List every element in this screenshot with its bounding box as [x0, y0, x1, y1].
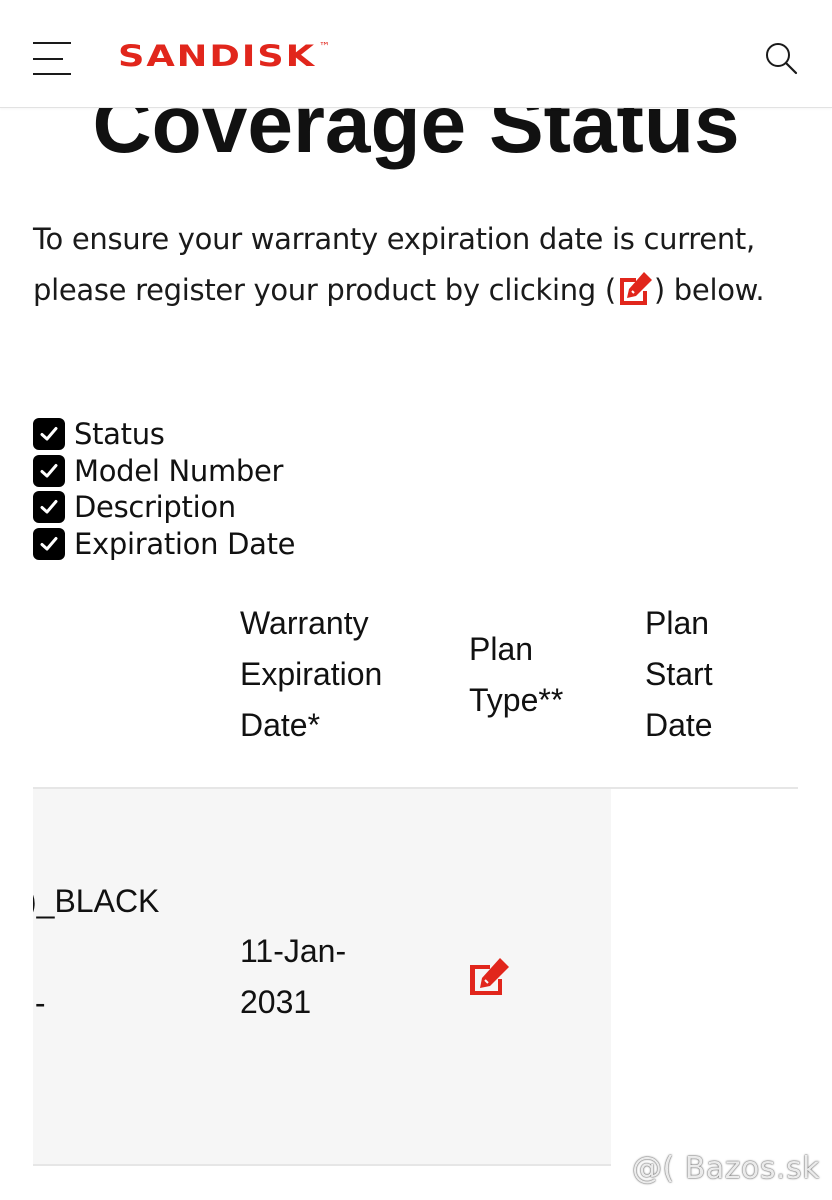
header-text: Date* [240, 707, 321, 743]
menu-line-top [33, 42, 71, 44]
register-product-edit-icon[interactable] [467, 956, 511, 996]
checkbox-checked-icon[interactable] [33, 528, 65, 561]
expiry-date-text: 2031 [240, 984, 312, 1020]
checklist-label: Expiration Date [74, 527, 296, 562]
header-text: Expiration [240, 656, 383, 692]
site-header: SANDISK ™ [0, 0, 832, 108]
menu-line-bottom [33, 73, 71, 75]
checkbox-checked-icon[interactable] [33, 491, 65, 524]
checklist-label: Model Number [74, 453, 284, 488]
column-checklist: Status Model Number Description Expirati… [33, 416, 296, 563]
sandisk-logo[interactable]: SANDISK ™ [118, 40, 334, 70]
description-cell: ı- [33, 985, 46, 1021]
checklist-item-expiration-date[interactable]: Expiration Date [33, 526, 296, 563]
table-divider [33, 1164, 611, 1166]
header-text: Date [645, 707, 713, 743]
warranty-expiration-cell: 11-Jan- 2031 [240, 926, 380, 1028]
checklist-label: Description [74, 490, 236, 525]
column-header-warranty-expiration-date: Warranty Expiration Date* [240, 600, 440, 751]
header-text: Plan [645, 605, 710, 641]
intro-line-2-start: please register your product by clicking… [33, 273, 616, 307]
edit-square-icon [619, 272, 652, 305]
coverage-table[interactable]: Warranty Expiration Date* Plan Type** Pl… [33, 600, 798, 1200]
checklist-label: Status [74, 417, 165, 452]
header-text: Warranty [240, 605, 369, 641]
intro-text: To ensure your warranty expiration date … [33, 214, 823, 316]
search-icon[interactable] [763, 40, 799, 76]
brand-logo-text: SANDISK [118, 40, 316, 70]
hamburger-menu-icon[interactable] [33, 42, 73, 76]
checklist-item-status[interactable]: Status [33, 416, 295, 453]
column-header-plan-type: Plan Type** [469, 624, 619, 726]
checklist-item-description[interactable]: Description [33, 489, 295, 526]
header-text: Type** [469, 682, 564, 718]
header-text: Start [645, 656, 713, 692]
checkbox-checked-icon[interactable] [33, 454, 65, 487]
model-number-cell: )_BLACK [33, 883, 160, 919]
expiry-date-text: 11-Jan- [240, 933, 347, 969]
column-header-plan-start-date: Plan Start Date [645, 600, 795, 751]
intro-line-1: To ensure your warranty expiration date … [33, 222, 755, 256]
header-text: Plan [469, 631, 534, 667]
intro-line-2-end: ) below. [653, 273, 765, 307]
checklist-item-model-number[interactable]: Model Number [33, 453, 295, 490]
checkbox-checked-icon[interactable] [33, 418, 65, 451]
bazos-watermark: @( Bazos.sk [632, 1151, 820, 1186]
menu-line-middle [33, 58, 63, 60]
brand-trademark: ™ [319, 40, 330, 53]
